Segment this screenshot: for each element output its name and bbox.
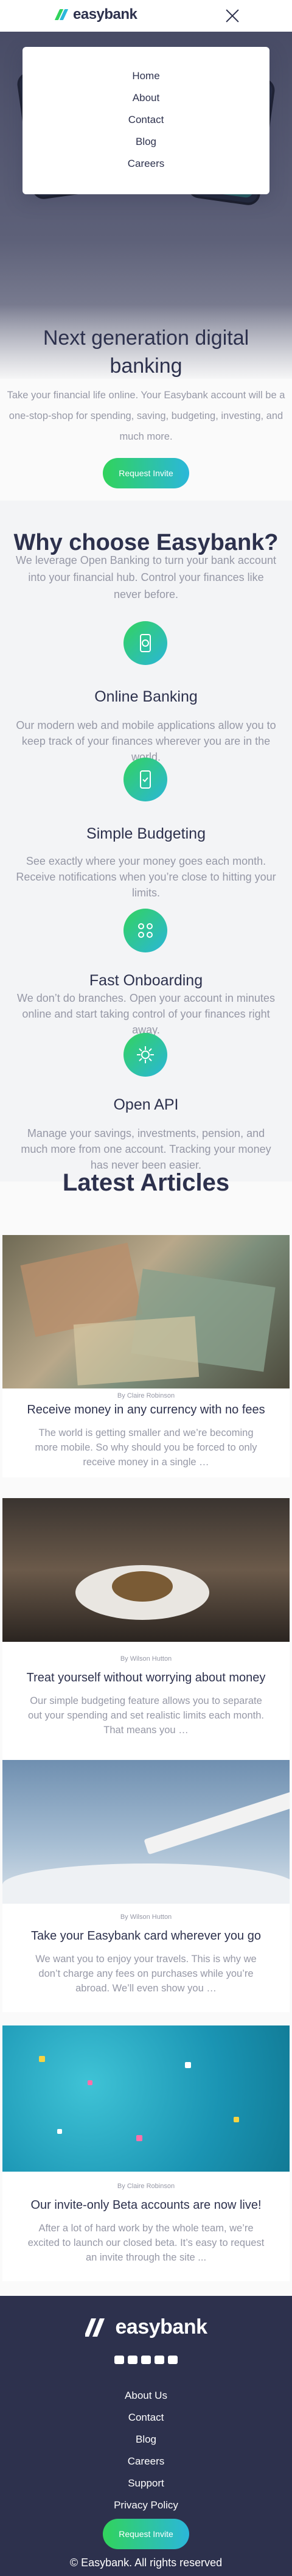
menu-item-about[interactable]: About xyxy=(23,87,269,109)
pinterest-icon[interactable] xyxy=(155,2356,164,2364)
footer-logo[interactable]: easybank xyxy=(0,2315,292,2339)
feature-title: Open API xyxy=(113,1096,179,1113)
hero-title: Next generation digital banking xyxy=(43,326,249,378)
facebook-icon[interactable] xyxy=(114,2356,124,2364)
close-icon[interactable] xyxy=(224,7,241,24)
menu-item-contact[interactable]: Contact xyxy=(23,109,269,131)
article-description: We want you to enjoy your travels. This … xyxy=(35,1954,257,1994)
youtube-icon[interactable] xyxy=(128,2356,137,2364)
menu-item-careers[interactable]: Careers xyxy=(23,153,269,175)
article-title[interactable]: Our invite-only Beta accounts are now li… xyxy=(2,2198,290,2212)
menu-item-blog[interactable]: Blog xyxy=(23,131,269,153)
copyright: © Easybank. All rights reserved xyxy=(69,2557,223,2569)
article-image-currency xyxy=(2,1235,290,1388)
hero-text: Take your financial life online. Your Ea… xyxy=(7,390,285,442)
article-card[interactable]: By Wilson Hutton Take your Easybank card… xyxy=(2,1760,290,2012)
article-description: Our simple budgeting feature allows you … xyxy=(28,1695,264,1736)
brand-name: easybank xyxy=(73,6,137,23)
brand-logo[interactable]: easybank xyxy=(54,6,137,23)
feature-text: We don’t do branches. Open your account … xyxy=(17,992,275,1036)
footer-link-about[interactable]: About Us xyxy=(0,2385,292,2407)
site-header: easybank xyxy=(0,0,292,32)
footer-brand-name: easybank xyxy=(115,2315,208,2338)
articles-title: Latest Articles xyxy=(62,1169,230,1196)
article-card[interactable]: By Claire Robinson Our invite-only Beta … xyxy=(2,2025,290,2281)
footer-link-privacy[interactable]: Privacy Policy xyxy=(0,2494,292,2516)
footer-link-contact[interactable]: Contact xyxy=(0,2407,292,2429)
budgeting-icon xyxy=(123,758,167,801)
footer-link-careers[interactable]: Careers xyxy=(0,2451,292,2472)
onboarding-icon xyxy=(123,909,167,952)
site-footer: easybank About Us Contact Blog Careers S… xyxy=(0,2296,292,2576)
article-author: By Wilson Hutton xyxy=(120,1655,172,1663)
online-banking-icon xyxy=(123,621,167,665)
footer-request-invite-button[interactable]: Request Invite xyxy=(103,2519,189,2549)
article-author: By Claire Robinson xyxy=(117,1392,175,1399)
logo-mark-icon xyxy=(54,9,69,20)
feature-text: See exactly where your money goes each m… xyxy=(16,855,276,899)
article-description: The world is getting smaller and we’re b… xyxy=(35,1427,257,1468)
article-card[interactable]: By Claire Robinson Receive money in any … xyxy=(2,1235,290,1477)
article-image-plane xyxy=(2,1760,290,1904)
instagram-icon[interactable] xyxy=(168,2356,178,2364)
article-description: After a lot of hard work by the whole te… xyxy=(27,2223,265,2263)
why-text: We leverage Open Banking to turn your ba… xyxy=(16,554,276,600)
feature-title: Online Banking xyxy=(94,688,198,705)
article-card[interactable]: By Wilson Hutton Treat yourself without … xyxy=(2,1498,290,1770)
footer-links: About Us Contact Blog Careers Support Pr… xyxy=(0,2385,292,2516)
article-author: By Wilson Hutton xyxy=(120,1913,172,1921)
logo-mark-icon xyxy=(85,2318,105,2337)
article-title[interactable]: Treat yourself without worrying about mo… xyxy=(2,1671,290,1685)
api-icon xyxy=(123,1033,167,1077)
feature-title: Fast Onboarding xyxy=(89,972,203,989)
article-title[interactable]: Receive money in any currency with no fe… xyxy=(2,1403,290,1417)
feature-text: Manage your savings, investments, pensio… xyxy=(21,1127,271,1171)
mobile-menu: Home About Contact Blog Careers xyxy=(23,47,269,194)
article-image-confetti xyxy=(2,2025,290,2172)
footer-link-support[interactable]: Support xyxy=(0,2472,292,2494)
twitter-icon[interactable] xyxy=(141,2356,151,2364)
feature-title: Simple Budgeting xyxy=(86,825,206,842)
footer-link-blog[interactable]: Blog xyxy=(0,2429,292,2451)
article-image-restaurant xyxy=(2,1498,290,1642)
menu-item-home[interactable]: Home xyxy=(23,65,269,87)
social-links xyxy=(0,2356,292,2364)
article-title[interactable]: Take your Easybank card wherever you go xyxy=(2,1929,290,1943)
article-author: By Claire Robinson xyxy=(117,2183,175,2190)
request-invite-button[interactable]: Request Invite xyxy=(103,458,189,488)
